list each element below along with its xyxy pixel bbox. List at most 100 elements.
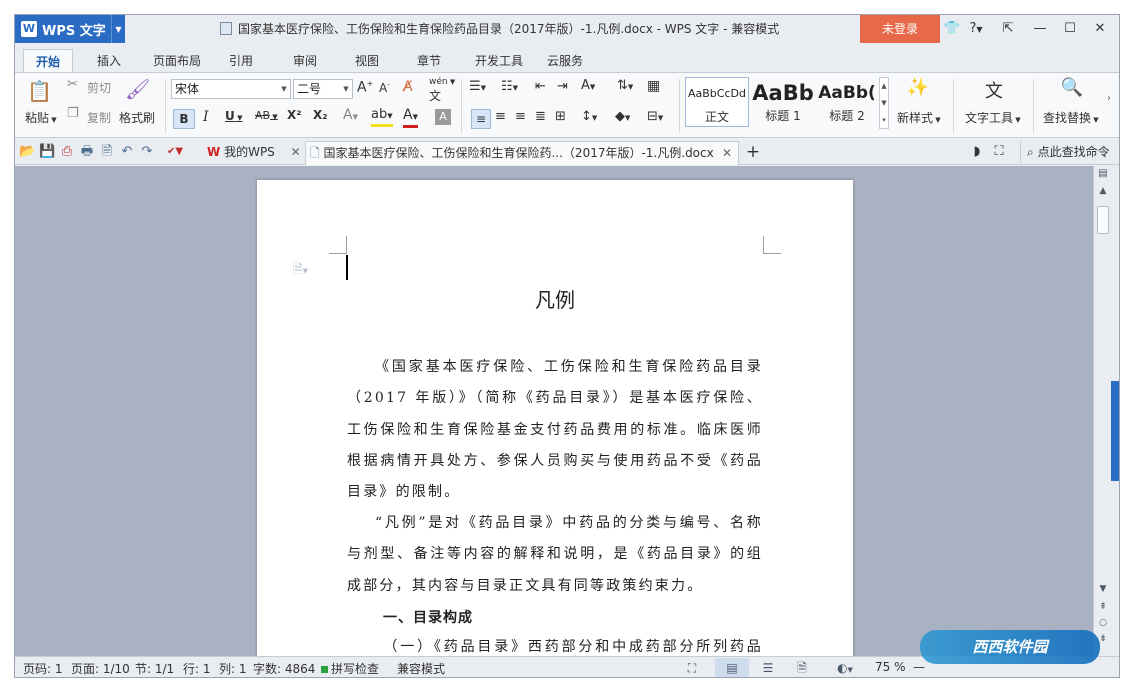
tab-view[interactable]: 视图: [347, 49, 387, 73]
shading-icon[interactable]: ◆▼: [615, 109, 630, 124]
bold-button[interactable]: B: [173, 109, 195, 129]
strikethrough-button[interactable]: AB ▼: [255, 109, 278, 122]
numbered-list-icon[interactable]: ☷▼: [501, 79, 518, 94]
bullet-list-icon[interactable]: ☰▼: [469, 79, 486, 94]
new-style-icon[interactable]: ✨: [905, 77, 931, 98]
align-right-icon[interactable]: ≡: [515, 109, 526, 124]
maximize-icon[interactable]: ☐: [1059, 15, 1081, 43]
style-heading-1[interactable]: AaBb 标题 1: [751, 77, 815, 127]
tab-document[interactable]: 🗋 国家基本医疗保险、工伤保险和生育保险药...（2017年版）-1.凡例.do…: [305, 141, 739, 165]
tab-cloud[interactable]: 云服务: [541, 49, 589, 73]
close-icon[interactable]: ✕: [722, 142, 732, 164]
page-view-icon[interactable]: ▤: [715, 658, 749, 677]
increase-indent-icon[interactable]: ⇥: [557, 79, 568, 94]
tab-developer[interactable]: 开发工具: [467, 49, 531, 73]
chevron-down-icon[interactable]: ▼: [111, 15, 125, 43]
app-menu-button[interactable]: W WPS 文字 ▼: [15, 15, 125, 43]
distribute-icon[interactable]: ⊞: [555, 109, 566, 124]
new-style-button[interactable]: 新样式 ▼: [897, 109, 941, 126]
zoom-level[interactable]: 75 %: [875, 660, 906, 674]
tab-home[interactable]: 开始: [23, 49, 73, 73]
document-page[interactable]: 🗎▼ 凡例 《国家基本医疗保险、工伤保险和生育保险药品目录（2017 年版）》（…: [257, 180, 853, 656]
paragraph-menu-icon[interactable]: 🗎▼: [293, 260, 308, 281]
save-icon[interactable]: 💾: [39, 144, 55, 160]
find-replace-button[interactable]: 查找替换 ▼: [1043, 109, 1099, 126]
customize-toolbar-icon[interactable]: ✔▼: [163, 144, 187, 160]
document-workspace[interactable]: 🗎▼ 凡例 《国家基本医疗保险、工伤保险和生育保险药品目录（2017 年版）》（…: [15, 166, 1097, 656]
vertical-scrollbar[interactable]: ▤ ▲ ▼ ⇞ ○ ⇟: [1093, 166, 1111, 656]
eye-protection-icon[interactable]: ◐▼: [829, 658, 861, 677]
format-painter-icon[interactable]: 🖌: [125, 77, 150, 101]
command-search[interactable]: ⌕ 点此查找命令: [1020, 141, 1110, 163]
border-icon[interactable]: ⊟▼: [647, 109, 663, 124]
scroll-thumb[interactable]: [1097, 206, 1109, 234]
superscript-button[interactable]: X²: [287, 108, 302, 122]
scroll-down-icon[interactable]: ▼: [1094, 584, 1112, 594]
phonetic-guide-button[interactable]: wén ▼ 文: [429, 77, 455, 104]
clear-format-icon[interactable]: A̸: [403, 79, 413, 95]
print-preview-icon[interactable]: 🗎: [99, 144, 115, 160]
font-name-select[interactable]: 宋体 ▼: [171, 79, 291, 99]
shrink-font-icon[interactable]: A-: [379, 81, 390, 95]
scroll-up-icon[interactable]: ▲: [1094, 186, 1112, 196]
text-tools-icon[interactable]: 文: [981, 77, 1007, 103]
text-effect-icon[interactable]: A▼: [343, 107, 358, 123]
spell-check-toggle[interactable]: 拼写检查: [321, 660, 379, 677]
highlight-icon[interactable]: ab▼: [371, 107, 393, 127]
decrease-indent-icon[interactable]: ⇤: [535, 79, 546, 94]
new-tab-icon[interactable]: +: [745, 144, 761, 161]
tab-chapter[interactable]: 章节: [409, 49, 449, 73]
text-tools-button[interactable]: 文字工具 ▼: [965, 109, 1021, 126]
close-icon[interactable]: ✕: [1089, 15, 1111, 43]
split-view-icon[interactable]: ▤: [1094, 168, 1112, 179]
tab-my-wps[interactable]: W 我的WPS ✕: [203, 141, 301, 165]
underline-button[interactable]: U ▼: [225, 109, 243, 123]
text-direction-icon[interactable]: A▼: [581, 78, 595, 93]
align-left-icon[interactable]: ≡: [471, 109, 491, 129]
task-pane-toggle[interactable]: [1111, 381, 1119, 481]
close-icon[interactable]: ✕: [291, 145, 301, 159]
subscript-button[interactable]: X₂: [313, 108, 328, 122]
scissors-icon[interactable]: ✂: [67, 77, 78, 92]
copy-button[interactable]: 复制: [87, 109, 111, 126]
tab-insert[interactable]: 插入: [87, 49, 131, 73]
fullscreen-icon[interactable]: ⇱: [997, 15, 1019, 43]
skin-icon[interactable]: 👕: [943, 15, 961, 43]
cut-button[interactable]: 剪切: [87, 79, 111, 96]
find-replace-icon[interactable]: 🔍: [1059, 77, 1085, 98]
previous-page-icon[interactable]: ⇞: [1094, 602, 1112, 612]
tab-page-layout[interactable]: 页面布局: [145, 49, 209, 73]
web-view-icon[interactable]: 🗎: [791, 658, 813, 677]
browse-object-icon[interactable]: ○: [1094, 618, 1112, 628]
zoom-out-icon[interactable]: —: [913, 660, 925, 674]
redo-icon[interactable]: ↷: [139, 144, 155, 160]
tab-references[interactable]: 引用: [221, 49, 261, 73]
style-normal[interactable]: AaBbCcDd 正文: [685, 77, 749, 127]
print-icon[interactable]: 🖶: [79, 144, 95, 160]
undo-icon[interactable]: ↶: [119, 144, 135, 160]
table-icon[interactable]: ▦: [647, 78, 660, 94]
copy-icon[interactable]: ❐: [67, 106, 79, 121]
export-pdf-icon[interactable]: ⎙: [59, 144, 75, 160]
sort-icon[interactable]: ⇅▼: [617, 78, 633, 93]
minimize-icon[interactable]: —: [1029, 15, 1051, 43]
open-folder-icon[interactable]: 📂: [19, 144, 35, 160]
outline-view-icon[interactable]: ☰: [757, 658, 779, 677]
help-button[interactable]: ?▼: [965, 15, 987, 43]
paste-icon[interactable]: 📋: [27, 79, 52, 103]
share-icon[interactable]: ⛶: [991, 144, 1007, 160]
justify-icon[interactable]: ≣: [535, 109, 546, 124]
italic-button[interactable]: I: [203, 109, 209, 125]
style-gallery-scroll[interactable]: ▲ ▼ ▾: [879, 77, 889, 129]
paste-button[interactable]: 粘贴 ▼: [25, 109, 57, 126]
format-painter-button[interactable]: 格式刷: [119, 109, 155, 126]
font-size-select[interactable]: 二号 ▼: [293, 79, 353, 99]
login-button[interactable]: 未登录: [860, 15, 940, 43]
align-center-icon[interactable]: ≡: [495, 109, 506, 124]
sync-icon[interactable]: ◗: [969, 144, 985, 160]
font-color-icon[interactable]: A▼: [403, 107, 418, 128]
tab-review[interactable]: 审阅: [285, 49, 325, 73]
full-screen-view-icon[interactable]: ⛶: [681, 658, 703, 677]
grow-font-icon[interactable]: A+: [357, 79, 373, 96]
line-spacing-icon[interactable]: ↕▼: [581, 109, 597, 124]
